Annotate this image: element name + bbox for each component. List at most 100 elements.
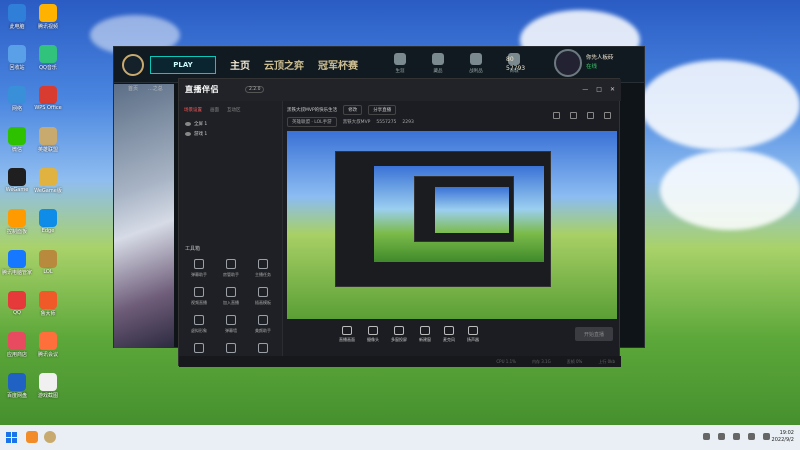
app-icon xyxy=(39,209,57,227)
bottom-tool-button[interactable]: 直播画面 xyxy=(339,326,355,343)
tool-icon xyxy=(258,259,268,269)
toolbox-item[interactable]: 插画模板 xyxy=(247,287,279,306)
desktop-icon[interactable]: WeGame xyxy=(2,168,32,193)
toolbox-item-label: 主播任务 xyxy=(255,272,271,277)
stream-preview[interactable] xyxy=(287,131,617,319)
profile-status: 在线 xyxy=(586,64,598,70)
edit-title-button[interactable]: 修改 xyxy=(343,105,363,115)
share-button[interactable]: 分享直播 xyxy=(368,105,397,115)
taskbar-lol-icon[interactable] xyxy=(44,431,56,443)
tool-icon xyxy=(226,287,236,297)
bottom-tool-button[interactable]: 扬声器 xyxy=(467,326,479,343)
app-icon xyxy=(39,168,57,186)
maximize-button[interactable]: □ xyxy=(596,86,602,93)
desktop-icon[interactable]: 腾讯会议 xyxy=(33,332,63,358)
volume-icon[interactable] xyxy=(763,433,770,440)
tool-icon xyxy=(420,326,430,335)
subtab-other[interactable]: ...之总 xyxy=(148,85,163,92)
minimize-button[interactable]: — xyxy=(582,86,588,93)
desktop-icon[interactable]: 游戏截图 xyxy=(33,373,63,399)
desktop-icon[interactable]: 微信 xyxy=(2,127,32,153)
desktop-icon-label: 腾讯电脑管家 xyxy=(2,270,33,276)
tool-icon xyxy=(194,259,204,269)
start-live-button[interactable]: 开始直播 xyxy=(575,327,613,341)
start-button[interactable] xyxy=(6,432,17,443)
tool-icon xyxy=(468,326,478,335)
tool-icon xyxy=(194,287,204,297)
bottom-tool-label: 多窗投屏 xyxy=(391,337,407,342)
desktop-icon[interactable]: LOL xyxy=(33,250,63,275)
tool-icon xyxy=(342,326,352,335)
tray-icon[interactable] xyxy=(703,433,710,440)
tab-tft[interactable]: 云顶之弈 xyxy=(264,57,304,72)
toolbox-item[interactable]: 虚拟形象 xyxy=(183,315,215,334)
taskbar-app-icon[interactable] xyxy=(26,431,38,443)
toolbox-item[interactable]: 房管助手 xyxy=(215,259,247,278)
bottom-tool-button[interactable]: 新建窗 xyxy=(419,326,431,343)
collection-icon xyxy=(432,53,444,65)
desktop-icon-label: 腾讯视频 xyxy=(37,24,58,30)
app-icon xyxy=(39,127,57,145)
desktop-icon-label: 百度网盘 xyxy=(6,393,27,399)
collection-nav-button[interactable]: 藏品 xyxy=(427,53,449,74)
desktop-icon[interactable]: 腾讯电脑管家 xyxy=(2,250,32,276)
toolbox-item[interactable]: 弹幕助手 xyxy=(183,259,215,278)
bottom-tool-button[interactable]: 麦克风 xyxy=(443,326,455,343)
save-icon[interactable] xyxy=(553,112,560,119)
settings-icon[interactable] xyxy=(570,112,577,119)
tab-clash[interactable]: 冠军杯赛 xyxy=(318,57,358,72)
desktop-icon[interactable]: WeGame版 xyxy=(33,168,63,194)
eye-icon[interactable] xyxy=(185,122,191,126)
desktop-icon-label: 网络 xyxy=(11,106,22,112)
toolbox-item[interactable]: 主播任务 xyxy=(247,259,279,278)
bottom-tool-label: 直播画面 xyxy=(339,337,355,342)
desktop-icon[interactable]: QQ xyxy=(2,291,32,316)
desktop-icon[interactable]: 回收站 xyxy=(2,45,32,71)
tab-scenes[interactable]: 场景设置 xyxy=(184,107,202,113)
desktop-icon[interactable]: 百度网盘 xyxy=(2,373,32,399)
wifi-icon[interactable] xyxy=(748,433,755,440)
footer-stat: 上行 0kb xyxy=(598,358,615,364)
profile-nav-button[interactable]: 生涯 xyxy=(389,53,411,74)
fullscreen-icon[interactable] xyxy=(587,112,594,119)
scene-item[interactable]: 全屏 1 xyxy=(179,119,282,129)
desktop-icon[interactable]: 应用商店 xyxy=(2,332,32,358)
toolbox-item[interactable]: 美颜助手 xyxy=(247,315,279,334)
close-button[interactable]: ✕ xyxy=(610,86,615,93)
toolbox-item[interactable]: 加入直播 xyxy=(215,287,247,306)
eye-icon[interactable] xyxy=(185,132,191,136)
layout-icon[interactable] xyxy=(604,112,611,119)
desktop-icon[interactable]: 英雄联盟 xyxy=(33,127,63,153)
profile-summary[interactable]: 你先人板砖 在线 xyxy=(554,49,614,77)
desktop-icon-label: QQ音乐 xyxy=(39,65,57,71)
toolbox-item[interactable]: 视频直播 xyxy=(183,287,215,306)
loot-nav-button[interactable]: 战利品 xyxy=(465,53,487,74)
desktop-icon[interactable]: WPS Office xyxy=(33,86,63,111)
play-button[interactable]: PLAY xyxy=(150,55,216,74)
tab-home[interactable]: 主页 xyxy=(230,57,250,72)
clock[interactable]: 19:02 2022/9/2 xyxy=(772,430,794,444)
desktop-icon-label: 游戏截图 xyxy=(37,393,58,399)
bottom-tool-button[interactable]: 摄像头 xyxy=(367,326,379,343)
tab-interaction[interactable]: 互动区 xyxy=(227,107,241,113)
desktop-icon[interactable]: 网络 xyxy=(2,86,32,112)
profile-icon xyxy=(394,53,406,65)
scene-item[interactable]: 游戏 1 xyxy=(179,129,282,139)
subtab-home[interactable]: 首页 xyxy=(128,85,138,92)
tab-screen[interactable]: 画面 xyxy=(210,107,219,113)
category-tag[interactable]: 英雄联盟 · LOL手游 xyxy=(287,117,337,127)
profile-name: 你先人板砖 xyxy=(586,55,614,61)
app-icon xyxy=(39,86,57,104)
tray-icon[interactable] xyxy=(733,433,740,440)
tray-icon[interactable] xyxy=(718,433,725,440)
bottom-tool-button[interactable]: 多窗投屏 xyxy=(391,326,407,343)
desktop-icon[interactable]: 此电脑 xyxy=(2,4,32,30)
desktop-icon[interactable]: 腾讯视频 xyxy=(33,4,63,30)
app-icon xyxy=(8,127,26,145)
desktop-icon[interactable]: 鲁大师 xyxy=(33,291,63,317)
toolbox-item[interactable]: 弹幕墙 xyxy=(215,315,247,334)
desktop-icon[interactable]: 控制面板 xyxy=(2,209,32,235)
desktop-icon[interactable]: Edge xyxy=(33,209,63,234)
toolbox-item-label: 虚拟形象 xyxy=(191,328,207,333)
desktop-icon[interactable]: QQ音乐 xyxy=(33,45,63,71)
